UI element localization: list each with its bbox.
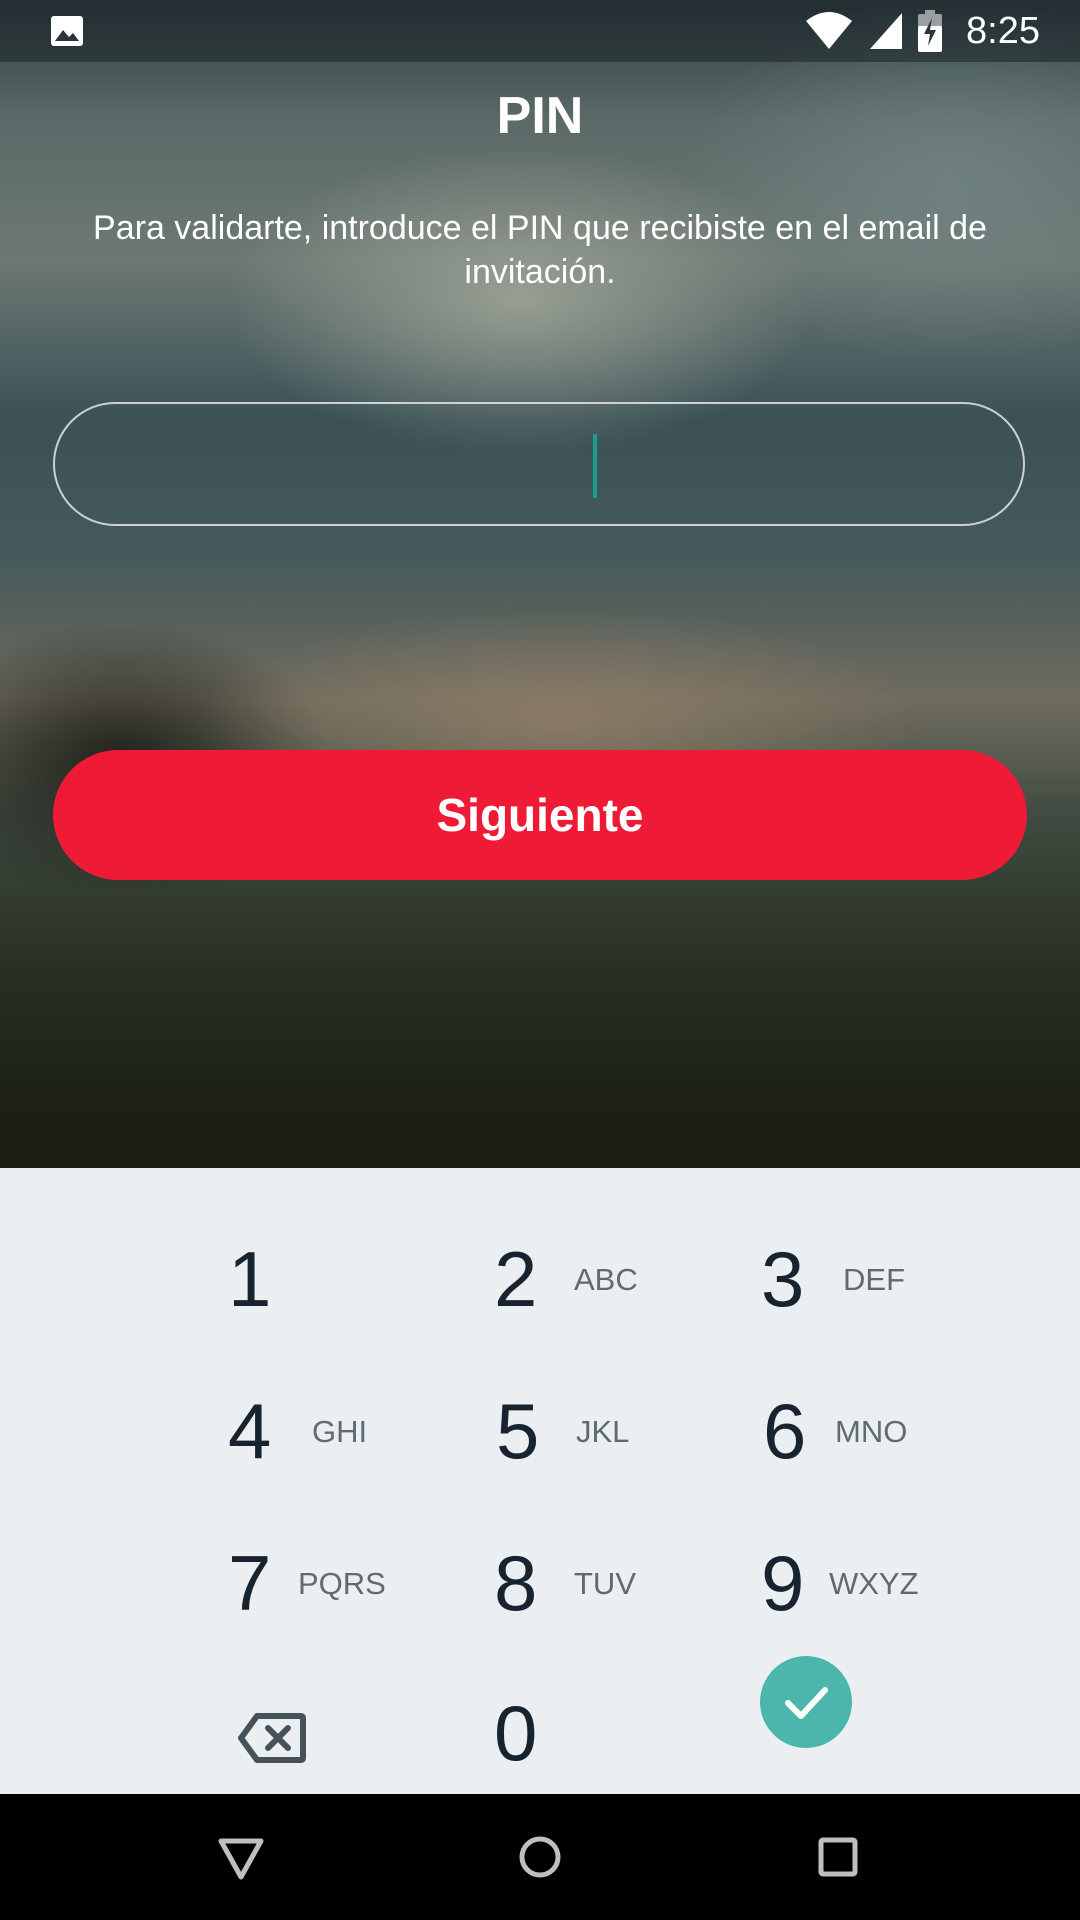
key-3[interactable]: 3 DEF — [733, 1216, 993, 1356]
key-digit: 4 — [228, 1387, 272, 1475]
wifi-icon — [806, 12, 853, 49]
pin-screen: 8:25 PIN Para validarte, introduce el PI… — [0, 0, 1080, 1920]
pin-input[interactable] — [55, 404, 1027, 526]
key-letters: GHI — [312, 1414, 368, 1449]
blurred-background-photo — [0, 0, 1080, 1168]
key-0[interactable]: 0 — [466, 1672, 726, 1812]
key-8[interactable]: 8 TUV — [466, 1520, 726, 1660]
confirm-button[interactable] — [733, 1648, 993, 1788]
key-1[interactable]: 1 — [200, 1216, 460, 1356]
image-icon — [51, 16, 83, 46]
status-time: 8:25 — [966, 9, 1040, 52]
backspace-button[interactable] — [200, 1672, 460, 1812]
battery-charging-icon — [918, 10, 943, 52]
recents-square-icon[interactable] — [808, 1827, 868, 1887]
key-digit: 6 — [763, 1387, 807, 1475]
key-digit: 7 — [228, 1539, 272, 1627]
key-digit: 1 — [228, 1235, 272, 1323]
signal-icon — [870, 13, 903, 49]
key-digit: 9 — [761, 1539, 805, 1627]
key-9[interactable]: 9 WXYZ — [733, 1520, 993, 1660]
key-digit: 5 — [496, 1387, 540, 1475]
pin-field[interactable] — [53, 402, 1027, 526]
key-letters: DEF — [843, 1262, 905, 1297]
home-circle-icon[interactable] — [510, 1827, 570, 1887]
key-7[interactable]: 7 PQRS — [200, 1520, 460, 1660]
key-letters: PQRS — [298, 1566, 386, 1601]
key-4[interactable]: 4 GHI — [200, 1368, 460, 1508]
key-letters: MNO — [835, 1414, 908, 1449]
key-5[interactable]: 5 JKL — [466, 1368, 726, 1508]
status-icons: 8:25 — [804, 0, 1040, 62]
numeric-keypad: 1 2 ABC 3 DEF 4 GHI 5 JKL 6 MNO 7 PQRS 8… — [0, 1168, 1080, 1794]
instructions-text: Para validarte, introduce el PIN que rec… — [93, 209, 987, 291]
navigation-bar — [0, 1794, 1080, 1920]
page-title: PIN — [496, 87, 584, 145]
key-digit: 0 — [494, 1689, 538, 1777]
text-caret — [593, 434, 597, 498]
key-letters: JKL — [576, 1414, 630, 1449]
status-bar: 8:25 — [0, 0, 1080, 62]
key-6[interactable]: 6 MNO — [733, 1368, 993, 1508]
backspace-icon — [238, 1713, 306, 1763]
check-icon — [760, 1656, 852, 1748]
next-button[interactable]: Siguiente — [53, 750, 1027, 880]
key-2[interactable]: 2 ABC — [466, 1216, 726, 1356]
key-digit: 2 — [494, 1235, 538, 1323]
key-digit: 3 — [761, 1235, 805, 1323]
key-letters: TUV — [574, 1566, 636, 1601]
key-letters: WXYZ — [829, 1566, 919, 1601]
back-triangle-icon[interactable] — [211, 1827, 271, 1887]
key-digit: 8 — [494, 1539, 538, 1627]
key-letters: ABC — [574, 1262, 638, 1297]
